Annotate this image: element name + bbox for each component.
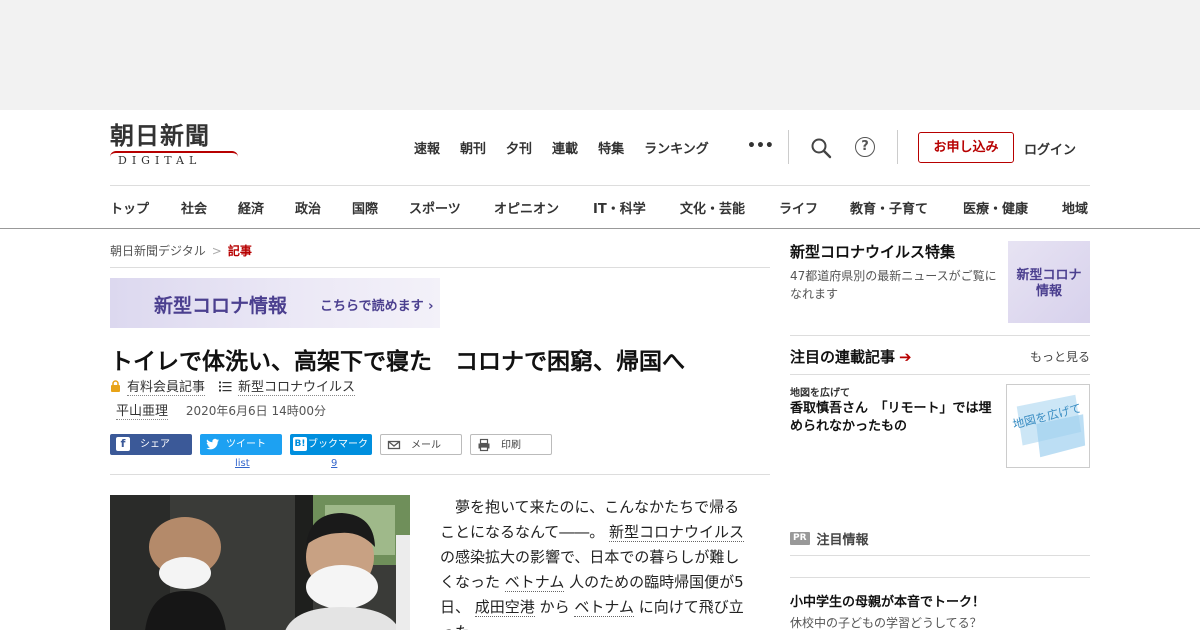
logo-kanji: 朝日新聞 [110, 121, 210, 150]
cat-society[interactable]: 社会 [181, 198, 207, 217]
arrow-right-icon: ➔ [899, 348, 912, 366]
print-label: 印刷 [501, 440, 521, 451]
divider [110, 474, 770, 475]
breadcrumb-home[interactable]: 朝日新聞デジタル [110, 244, 206, 258]
printer-icon [478, 438, 490, 452]
serial-category: 地図を広げて [790, 388, 850, 399]
twitter-share-button[interactable]: ツイート [200, 434, 282, 455]
list-icon [219, 381, 232, 391]
article-body: 夢を抱いて来たのに、こんなかたちで帰ることになるなんて――。 新型コロナウイルス… [440, 495, 750, 630]
body-text-4: から [539, 598, 570, 616]
corona-info-banner[interactable]: 新型コロナ情報 こちらで読めます › [110, 278, 440, 328]
cat-top[interactable]: トップ [110, 198, 149, 217]
nav-yukan[interactable]: 夕刊 [506, 138, 532, 157]
cat-life[interactable]: ライフ [779, 198, 818, 217]
mail-label: メール [411, 440, 441, 451]
nav-sokuho[interactable]: 速報 [414, 138, 440, 157]
cat-politics[interactable]: 政治 [295, 198, 321, 217]
cat-it-science[interactable]: IT・科学 [593, 198, 646, 217]
keyword-link-narita[interactable]: 成田空港 [474, 598, 535, 617]
cat-region[interactable]: 地域 [1062, 198, 1088, 217]
feature-thumb-text: 新型コロナ 情報 [1016, 268, 1082, 299]
author-link[interactable]: 平山亜理 [116, 404, 169, 420]
cat-international[interactable]: 国際 [352, 198, 378, 217]
site-header: 朝日新聞 DIGITAL 速報 朝刊 夕刊 連載 特集 ランキング ••• ? … [0, 110, 1200, 185]
header-divider [788, 130, 789, 164]
print-button[interactable]: 印刷 [470, 434, 552, 455]
login-link[interactable]: ログイン [1024, 139, 1076, 158]
article-photo [110, 495, 410, 630]
topic-link[interactable]: 新型コロナウイルス [238, 376, 356, 396]
site-logo[interactable]: 朝日新聞 DIGITAL [110, 122, 240, 167]
cat-sports[interactable]: スポーツ [409, 198, 461, 217]
subscribe-button[interactable]: お申し込み [918, 132, 1014, 163]
breadcrumb-separator: > [211, 244, 222, 258]
corona-feature-thumbnail[interactable]: 新型コロナ 情報 [1008, 241, 1090, 323]
hatena-count-link[interactable]: 9 [331, 458, 337, 469]
banner-title: 新型コロナ情報 [154, 295, 288, 317]
corona-feature-title[interactable]: 新型コロナウイルス特集 [790, 241, 955, 262]
cat-opinion[interactable]: オピニオン [494, 198, 559, 217]
nav-rensai[interactable]: 連載 [552, 138, 578, 157]
header-divider [897, 130, 898, 164]
serial-title-text: 注目の連載記事 [790, 348, 896, 366]
banner-sub: こちらで読めます › [320, 299, 434, 314]
facebook-icon: f [116, 437, 130, 451]
divider [790, 577, 1090, 578]
hatena-bookmark-button[interactable]: B! ブックマーク [290, 434, 372, 455]
serial-headline[interactable]: 香取慎吾さん 「リモート」では埋められなかったもの [790, 400, 1002, 436]
article-headline: トイレで体洗い、高架下で寝た コロナで困窮、帰国へ [110, 349, 685, 375]
category-nav: トップ 社会 経済 政治 国際 スポーツ オピニオン IT・科学 文化・芸能 ラ… [110, 185, 1090, 228]
lock-icon [111, 380, 120, 392]
facebook-share-label: シェア [140, 439, 170, 450]
facebook-share-button[interactable]: f シェア [110, 434, 192, 455]
pr-headline[interactable]: 小中学生の母親が本音でトーク！ [790, 591, 985, 610]
byline: 平山亜理 2020年6月6日 14時00分 [116, 400, 327, 420]
mail-icon [387, 440, 401, 450]
keyword-link-vietnam[interactable]: ベトナム [504, 573, 565, 592]
cat-economy[interactable]: 経済 [238, 198, 264, 217]
pr-label-text: 注目情報 [816, 533, 869, 548]
hatena-icon: B! [293, 437, 307, 451]
hatena-bookmark-label: ブックマーク [308, 439, 368, 450]
divider [790, 335, 1090, 336]
nav-ranking[interactable]: ランキング [644, 138, 709, 157]
nav-choukan[interactable]: 朝刊 [460, 138, 486, 157]
pr-subtext: 休校中の子どもの学習どうしてる？ [790, 616, 982, 630]
more-link[interactable]: もっと見る [1030, 348, 1090, 365]
publish-datetime: 2020年6月6日 14時00分 [185, 404, 327, 418]
search-icon[interactable] [810, 137, 832, 159]
serial-section-title: 注目の連載記事 ➔ [790, 346, 912, 367]
pr-badge: PR [790, 532, 810, 545]
article-meta: 有料会員記事 新型コロナウイルス [110, 376, 356, 396]
breadcrumb-current: 記事 [227, 244, 252, 258]
cat-health[interactable]: 医療・健康 [963, 198, 1028, 217]
more-menu-icon[interactable]: ••• [747, 138, 774, 154]
divider [790, 555, 1090, 556]
twitter-icon [206, 438, 219, 450]
twitter-share-label: ツイート [226, 439, 266, 450]
keyword-link-corona[interactable]: 新型コロナウイルス [609, 523, 745, 542]
twitter-count-link[interactable]: list [235, 458, 250, 469]
cat-education[interactable]: 教育・子育て [850, 198, 928, 217]
help-icon[interactable]: ? [855, 137, 875, 157]
keyword-link-vietnam-2[interactable]: ベトナム [574, 598, 634, 617]
premium-label[interactable]: 有料会員記事 [127, 376, 206, 396]
top-nav: 速報 朝刊 夕刊 連載 特集 ランキング [414, 138, 729, 157]
pr-section-title: PR 注目情報 [790, 529, 869, 548]
divider [110, 267, 770, 268]
divider [790, 374, 1090, 375]
serial-thumbnail[interactable]: 地図を広げて [1006, 384, 1090, 468]
ad-space [0, 0, 1200, 110]
cat-culture[interactable]: 文化・芸能 [680, 198, 745, 217]
nav-tokushu[interactable]: 特集 [598, 138, 624, 157]
breadcrumb: 朝日新聞デジタル > 記事 [110, 242, 252, 259]
corona-feature-desc: 47都道府県別の最新ニュースがご覧になれます [790, 269, 997, 301]
mail-button[interactable]: メール [380, 434, 462, 455]
logo-digital: DIGITAL [118, 154, 202, 167]
